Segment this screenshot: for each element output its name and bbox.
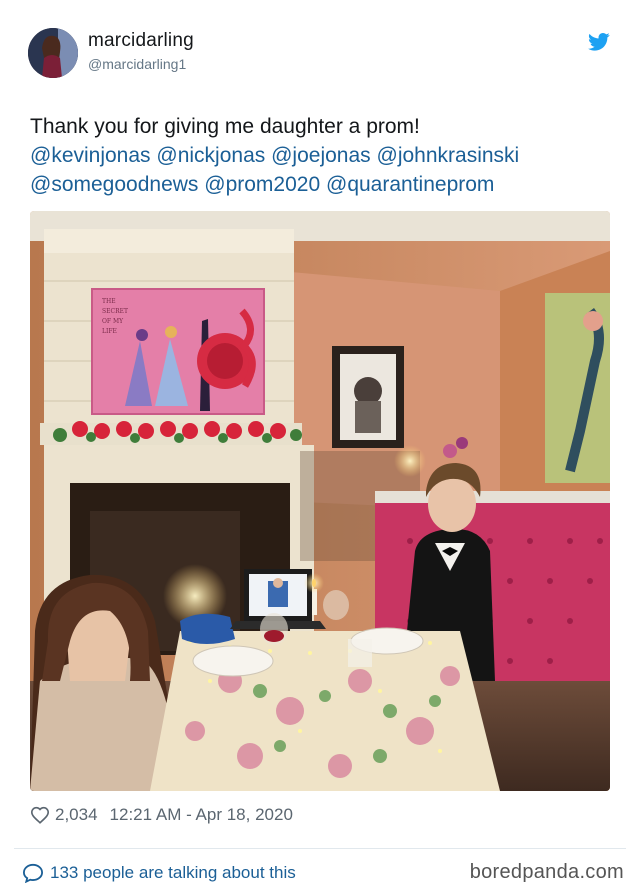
avatar-image <box>28 28 78 78</box>
mention-link[interactable]: @prom2020 <box>204 173 320 196</box>
mention-link[interactable]: @quarantineprom <box>326 173 494 196</box>
tweet-body: Thank you for giving me daughter a prom! <box>30 115 420 138</box>
mention-link[interactable]: @kevinjonas <box>30 144 151 167</box>
mention-link[interactable]: @somegoodnews <box>30 173 198 196</box>
conversation-link[interactable]: 133 people are talking about this <box>22 860 296 886</box>
tweet-meta: 2,034 12:21 AM - Apr 18, 2020 <box>30 803 293 827</box>
heart-icon[interactable] <box>30 806 50 824</box>
talking-text[interactable]: 133 people are talking about this <box>50 863 296 883</box>
user-name-block: marcidarling @marcidarling1 <box>88 30 194 72</box>
mention-link[interactable]: @nickjonas <box>156 144 265 167</box>
display-name[interactable]: marcidarling <box>88 30 194 52</box>
tweet-text: Thank you for giving me daughter a prom!… <box>30 112 620 199</box>
avatar[interactable] <box>28 28 78 78</box>
timestamp[interactable]: 12:21 AM - Apr 18, 2020 <box>110 805 293 825</box>
mention-link[interactable]: @joejonas <box>271 144 371 167</box>
svg-text:SECRET: SECRET <box>102 308 128 315</box>
svg-text:THE: THE <box>102 298 116 305</box>
mention-link[interactable]: @johnkrasinski <box>377 144 520 167</box>
svg-text:LIFE: LIFE <box>102 328 117 335</box>
user-handle[interactable]: @marcidarling1 <box>88 56 194 72</box>
tweet-photo[interactable]: THE SECRET OF MY LIFE <box>30 211 610 791</box>
tweet-header: marcidarling @marcidarling1 <box>28 28 612 80</box>
prom-dinner-photo: THE SECRET OF MY LIFE <box>30 211 610 791</box>
divider <box>14 848 626 849</box>
twitter-bird-icon[interactable] <box>588 32 610 52</box>
brand-watermark: boredpanda.com <box>469 861 624 883</box>
mentions-line-1: @kevinjonas @nickjonas @joejonas @johnkr… <box>30 141 620 170</box>
comment-bubble-icon <box>22 863 44 883</box>
mentions-line-2: @somegoodnews @prom2020 @quarantineprom <box>30 170 620 199</box>
like-count: 2,034 <box>55 805 98 824</box>
tweet-card: marcidarling @marcidarling1 Thank you fo… <box>0 0 640 895</box>
svg-text:OF MY: OF MY <box>102 318 124 325</box>
